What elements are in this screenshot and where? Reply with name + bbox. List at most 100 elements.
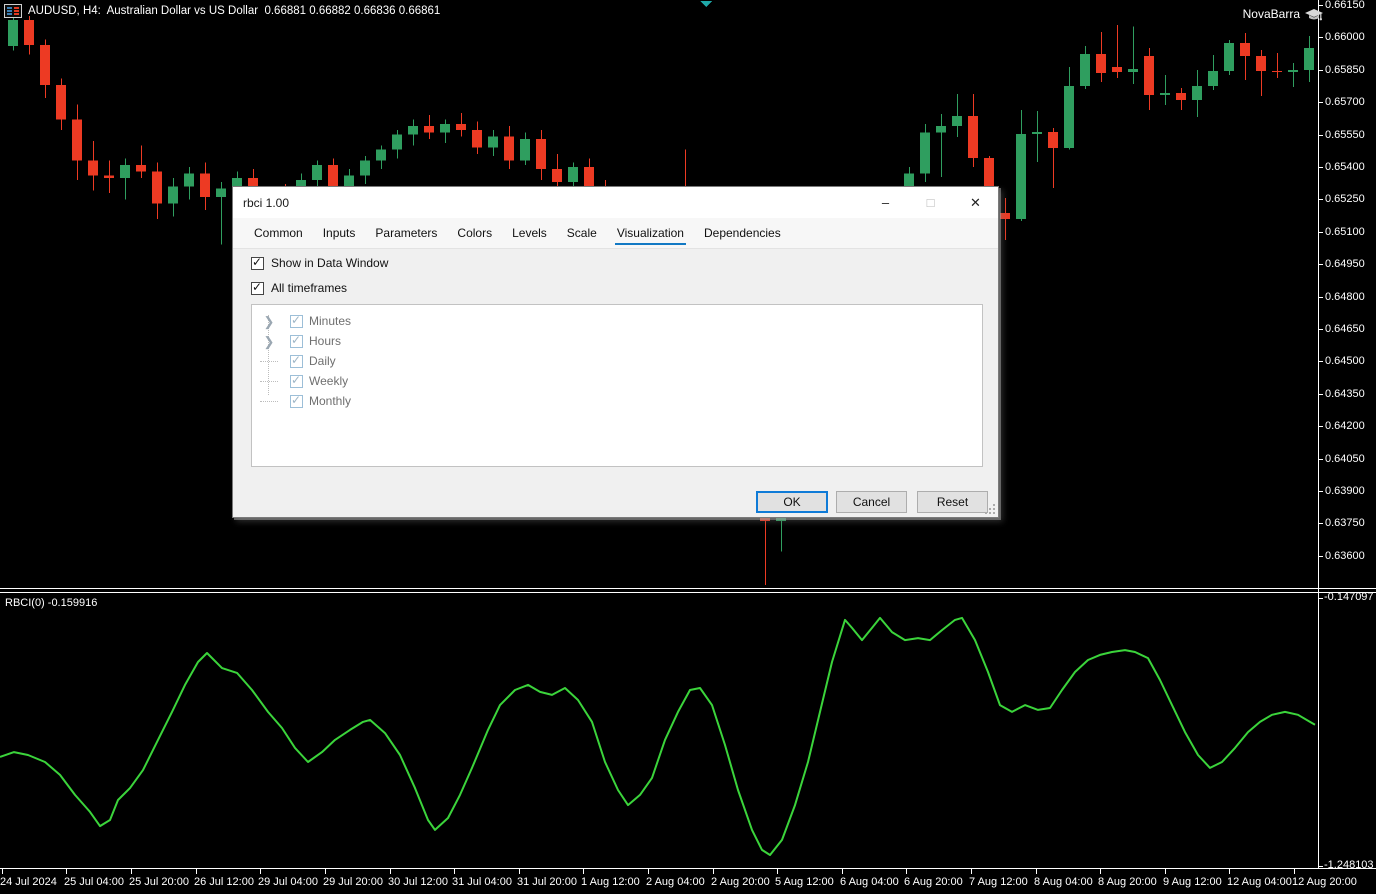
- close-button[interactable]: ✕: [953, 187, 998, 218]
- price-tick: [1318, 459, 1323, 460]
- candle-body: [136, 165, 146, 171]
- chevron-expand-icon[interactable]: ❯: [260, 335, 278, 348]
- checkbox-icon[interactable]: ✓: [251, 282, 264, 295]
- chevron-expand-icon[interactable]: ❯: [260, 315, 278, 328]
- time-axis-label: 25 Jul 04:00: [64, 877, 124, 888]
- candle-body: [184, 173, 194, 186]
- time-tick: [66, 869, 67, 874]
- tab-scale[interactable]: Scale: [557, 220, 607, 248]
- tree-item-label: Daily: [309, 354, 336, 368]
- tree-item-hours[interactable]: ❯✓Hours: [260, 331, 341, 351]
- time-axis-label: 2 Aug 20:00: [711, 877, 770, 888]
- tab-parameters[interactable]: Parameters: [365, 220, 447, 248]
- tree-checkbox-icon[interactable]: ✓: [290, 375, 303, 388]
- time-tick: [454, 869, 455, 874]
- cancel-button[interactable]: Cancel: [836, 491, 907, 513]
- dialog-titlebar[interactable]: rbci 1.00 – □ ✕: [233, 187, 998, 218]
- time-axis-label: 2 Aug 04:00: [646, 877, 705, 888]
- candle-body: [8, 20, 18, 46]
- checkbox-icon[interactable]: ✓: [251, 257, 264, 270]
- time-axis-label: 8 Aug 04:00: [1034, 877, 1093, 888]
- tab-common[interactable]: Common: [244, 220, 313, 248]
- candle-body: [472, 130, 482, 147]
- price-tick: [1318, 232, 1323, 233]
- chart-shift-marker[interactable]: [700, 1, 712, 7]
- minimize-button[interactable]: –: [863, 187, 908, 218]
- candle-body: [312, 165, 322, 180]
- price-axis-label: 0.65400: [1325, 162, 1365, 173]
- candle-body: [88, 160, 98, 175]
- candle-body: [72, 119, 82, 160]
- time-axis-label: 5 Aug 12:00: [775, 877, 834, 888]
- candle-body: [56, 85, 66, 120]
- tree-item-label: Monthly: [309, 394, 351, 408]
- tab-inputs[interactable]: Inputs: [313, 220, 366, 248]
- candle-body: [920, 132, 930, 173]
- price-axis-label: 0.64800: [1325, 292, 1365, 303]
- price-axis-label: 0.63600: [1325, 551, 1365, 562]
- candle-body: [1192, 86, 1202, 100]
- tree-checkbox-icon[interactable]: ✓: [290, 315, 303, 328]
- candle-body: [1128, 69, 1138, 72]
- time-tick: [1165, 869, 1166, 874]
- ok-button[interactable]: OK: [756, 491, 828, 513]
- time-axis-label: 9 Aug 12:00: [1163, 877, 1222, 888]
- time-tick: [196, 869, 197, 874]
- tree-item-daily[interactable]: ✓ Daily: [260, 351, 336, 371]
- time-axis-label: 29 Jul 20:00: [323, 877, 383, 888]
- price-axis-label: 0.64500: [1325, 356, 1365, 367]
- tab-levels[interactable]: Levels: [502, 220, 557, 248]
- candle-body: [984, 158, 994, 187]
- timeframes-tree[interactable]: ❯✓Minutes❯✓Hours✓Daily✓Weekly✓Monthly: [251, 304, 983, 467]
- time-tick: [971, 869, 972, 874]
- candle-body: [40, 45, 50, 85]
- price-axis-label: 0.64950: [1325, 259, 1365, 270]
- tab-dependencies[interactable]: Dependencies: [694, 220, 791, 248]
- candle-body: [1016, 134, 1026, 219]
- time-tick: [583, 869, 584, 874]
- time-axis-label: 31 Jul 04:00: [452, 877, 512, 888]
- maximize-button: □: [908, 187, 953, 218]
- time-axis-label: 6 Aug 20:00: [904, 877, 963, 888]
- chart-icon: [4, 4, 22, 18]
- candle-body: [1176, 93, 1186, 100]
- tree-item-weekly[interactable]: ✓Weekly: [260, 371, 348, 391]
- candle-body: [1048, 132, 1058, 148]
- tree-branch-line: [260, 361, 278, 362]
- chart-header: AUDUSD, H4: Australian Dollar vs US Doll…: [4, 4, 440, 18]
- candle-body: [1208, 71, 1218, 86]
- price-tick: [1318, 264, 1323, 265]
- checkbox-all-timeframes[interactable]: ✓ All timeframes: [251, 281, 347, 295]
- price-tick: [1318, 394, 1323, 395]
- indicator-axis-max: -0.147097: [1324, 592, 1374, 603]
- tree-checkbox-icon[interactable]: ✓: [290, 355, 303, 368]
- price-axis-label: 0.65550: [1325, 130, 1365, 141]
- time-axis-label: 31 Jul 20:00: [517, 877, 577, 888]
- time-axis-label: 7 Aug 12:00: [969, 877, 1028, 888]
- reset-button[interactable]: Reset: [917, 491, 988, 513]
- tree-checkbox-icon[interactable]: ✓: [290, 395, 303, 408]
- price-tick: [1318, 70, 1323, 71]
- symbol-ohlc-line: AUDUSD, H4: Australian Dollar vs US Doll…: [28, 5, 440, 17]
- checkbox-label: All timeframes: [271, 281, 347, 295]
- price-axis-label: 0.65700: [1325, 97, 1365, 108]
- price-tick: [1318, 102, 1323, 103]
- time-tick: [648, 869, 649, 874]
- price-axis-label: 0.64050: [1325, 454, 1365, 465]
- tree-item-minutes[interactable]: ❯✓Minutes: [260, 311, 351, 331]
- candle-body: [1224, 43, 1234, 71]
- candle-body: [1112, 67, 1122, 72]
- tree-item-monthly[interactable]: ✓ Monthly: [260, 391, 351, 411]
- price-tick: [1318, 523, 1323, 524]
- tab-visualization[interactable]: Visualization: [607, 220, 694, 248]
- price-tick: [1318, 426, 1323, 427]
- price-axis-label: 0.65850: [1325, 65, 1365, 76]
- price-axis-label: 0.63750: [1325, 518, 1365, 529]
- price-axis-label: 0.63900: [1325, 486, 1365, 497]
- tab-colors[interactable]: Colors: [447, 220, 502, 248]
- time-axis-label: 12 Aug 20:00: [1292, 877, 1357, 888]
- price-tick: [1318, 556, 1323, 557]
- tree-checkbox-icon[interactable]: ✓: [290, 335, 303, 348]
- candle-body: [536, 139, 546, 169]
- checkbox-show-in-data-window[interactable]: ✓Show in Data Window: [251, 256, 388, 270]
